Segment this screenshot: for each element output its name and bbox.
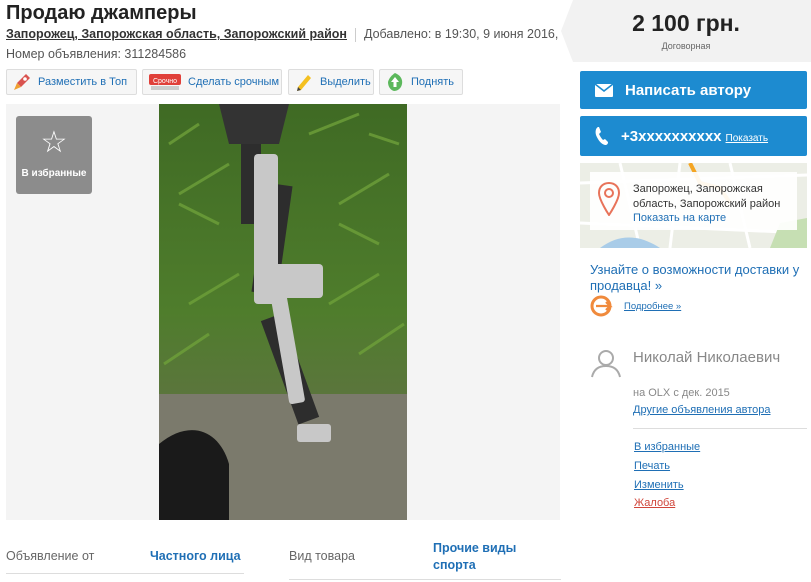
divider (289, 579, 561, 580)
price-negotiable: Договорная (661, 41, 711, 51)
price: 2 100 грн. (632, 10, 740, 36)
user-avatar-icon (590, 348, 622, 383)
more-info-link[interactable]: Подробнее » (624, 301, 681, 312)
added-date: Добавлено: в 19:30, 9 июня 2016, (363, 27, 559, 41)
show-phone-link[interactable]: Показать (726, 133, 769, 144)
location-line: Запорожец, Запорожская область, Запорожс… (6, 27, 558, 42)
phone-icon (595, 126, 609, 146)
message-author-button[interactable]: Написать автору (580, 71, 807, 109)
message-author-label: Написать автору (625, 81, 752, 99)
location-link[interactable]: Запорожец, Запорожская область, Запорожс… (6, 27, 347, 41)
promote-top-label: Разместить в Топ (38, 76, 128, 88)
bump-up-button[interactable]: Поднять (379, 69, 463, 95)
product-type-value[interactable]: Прочие виды спорта (433, 540, 543, 574)
offer-from-label: Объявление от (6, 549, 95, 563)
user-since: на OLX с дек. 2015 (633, 387, 730, 399)
make-urgent-label: Сделать срочным (188, 76, 280, 88)
ad-number: Номер объявления: 311284586 (6, 47, 187, 61)
phone-number: +3xxxxxxxxxx (621, 127, 722, 145)
pencil-icon (294, 72, 314, 92)
promote-top-button[interactable]: Разместить в Топ (6, 69, 137, 95)
add-to-favorites-link[interactable]: В избранные (634, 441, 700, 453)
divider (633, 428, 807, 429)
edit-link[interactable]: Изменить (634, 479, 684, 491)
envelope-icon (595, 83, 613, 97)
urgent-badge-text: Срочно (153, 78, 177, 85)
show-on-map-link[interactable]: Показать на карте (633, 212, 726, 224)
delivery-info-link[interactable]: Узнайте о возможности доставки у продавц… (590, 262, 800, 294)
add-to-favorites-button[interactable]: ☆ В избранные (16, 116, 92, 194)
other-ads-link[interactable]: Другие объявления автора (633, 404, 771, 416)
offer-from-value[interactable]: Частного лица (150, 548, 241, 565)
highlight-label: Выделить (320, 76, 371, 88)
up-arrow-icon (385, 72, 405, 92)
product-photo[interactable] (159, 104, 407, 520)
favorites-label: В избранные (21, 168, 87, 179)
user-name: Николай Николаевич (633, 349, 781, 366)
map-location-text: Запорожец, Запорожская область, Запорожс… (633, 183, 781, 210)
print-link[interactable]: Печать (634, 460, 670, 472)
urgent-tag-icon: Срочно (148, 72, 182, 92)
page-title: Продаю джамперы (6, 2, 197, 24)
star-icon: ☆ (40, 126, 68, 159)
divider (6, 573, 244, 574)
phone-button[interactable]: +3xxxxxxxxxx Показать (580, 116, 807, 156)
highlight-button[interactable]: Выделить (288, 69, 374, 95)
product-type-label: Вид товара (289, 549, 355, 563)
delivery-icon (590, 295, 614, 322)
bump-up-label: Поднять (411, 76, 455, 88)
map-pin-icon (597, 181, 621, 221)
rocket-icon (12, 72, 32, 92)
report-link[interactable]: Жалоба (634, 497, 675, 509)
make-urgent-button[interactable]: Срочно Сделать срочным (142, 69, 282, 95)
divider (354, 27, 356, 42)
